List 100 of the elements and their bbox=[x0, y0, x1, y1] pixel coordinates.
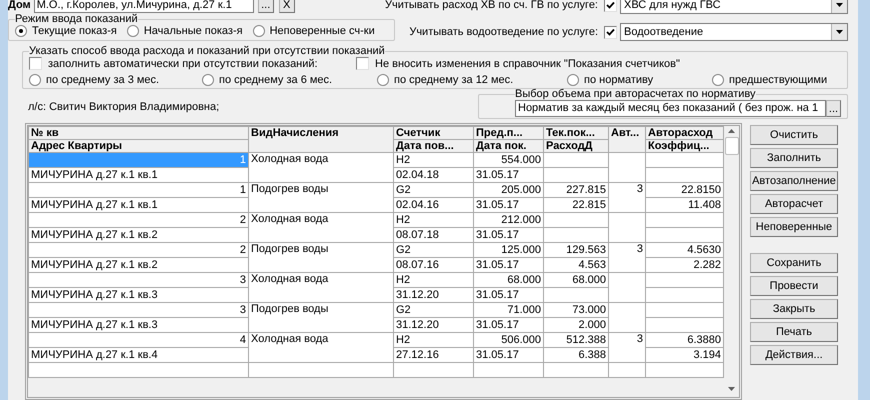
column-header[interactable]: Счетчик bbox=[394, 126, 474, 140]
checkbox[interactable] bbox=[29, 57, 42, 70]
table-cell: 3 bbox=[28, 302, 248, 318]
table-cell: Холодная вода bbox=[248, 272, 394, 302]
table-cell bbox=[608, 272, 646, 302]
table-cell: 125.000 bbox=[474, 242, 544, 258]
table-cell: 31.12.20 bbox=[394, 288, 474, 302]
table-cell bbox=[608, 302, 646, 332]
table-cell: 227.815 bbox=[544, 182, 608, 198]
browse-button[interactable]: ... bbox=[258, 0, 274, 12]
table-cell bbox=[608, 152, 646, 182]
dropdown-arrow-icon bbox=[836, 3, 843, 7]
table-cell: Холодная вода bbox=[248, 212, 394, 242]
table-cell: H2 bbox=[394, 212, 474, 228]
table-cell: 2.000 bbox=[544, 318, 608, 332]
table-cell: МИЧУРИНА д.27 к.1 кв.1 bbox=[28, 168, 248, 182]
table-cell: G2 bbox=[394, 182, 474, 198]
checkbox-label: заполнить автоматически при отсутствии показаний: bbox=[48, 58, 318, 70]
action-button[interactable]: Сохранить bbox=[750, 253, 838, 273]
table-cell: 3 bbox=[608, 332, 646, 362]
radio-button[interactable] bbox=[712, 74, 724, 86]
checkbox[interactable] bbox=[604, 0, 617, 12]
radio-label: Текущие показ-я bbox=[32, 25, 117, 37]
table-cell: 4.563 bbox=[544, 258, 608, 272]
table-cell: H2 bbox=[394, 272, 474, 288]
scroll-thumb[interactable] bbox=[724, 137, 738, 155]
radio-button[interactable] bbox=[377, 74, 389, 86]
radio-button[interactable] bbox=[252, 25, 265, 37]
table-cell: 1 bbox=[28, 182, 248, 198]
action-button[interactable]: Автозаполнение bbox=[750, 171, 838, 191]
table-cell: 68.000 bbox=[544, 272, 608, 288]
table-cell: 31.05.17 bbox=[474, 288, 544, 302]
table-cell: 554.000 bbox=[474, 152, 544, 168]
table-cell: МИЧУРИНА д.27 к.1 кв.2 bbox=[28, 258, 248, 272]
radio-button[interactable] bbox=[29, 74, 41, 86]
radio-label: предшествующими bbox=[729, 74, 828, 86]
checkbox[interactable] bbox=[356, 57, 369, 70]
table-cell bbox=[608, 212, 646, 242]
action-button[interactable]: Печать bbox=[750, 322, 838, 342]
table-cell: МИЧУРИНА д.27 к.1 кв.2 bbox=[28, 228, 248, 242]
browse-button[interactable]: ... bbox=[826, 100, 841, 117]
table-cell: 2 bbox=[28, 212, 248, 228]
action-button[interactable]: Авторасчет bbox=[750, 194, 838, 214]
table-cell: Подогрев воды bbox=[248, 182, 394, 212]
table-cell: МИЧУРИНА д.27 к.1 кв.1 bbox=[28, 198, 248, 212]
radio-label: Неповеренные сч-ки bbox=[270, 25, 375, 37]
radio-button[interactable] bbox=[15, 25, 27, 37]
action-button[interactable]: Неповеренные bbox=[750, 217, 838, 237]
table-cell: 31.12.20 bbox=[394, 318, 474, 332]
table-cell: 31.05.17 bbox=[474, 258, 544, 272]
table-cell: 2.282 bbox=[646, 258, 724, 272]
service-dropdown[interactable]: Водоотведение bbox=[620, 23, 848, 41]
table-cell: 22.8150 bbox=[646, 182, 724, 198]
house-field[interactable]: М.О., г.Королев, ул.Мичурина, д.27 к.1 bbox=[34, 0, 254, 12]
table-cell: 31.05.17 bbox=[474, 318, 544, 332]
table-cell bbox=[608, 362, 646, 378]
checkbox-label: Не вносить изменения в справочник "Показания счетчиков" bbox=[375, 58, 680, 70]
checkbox[interactable] bbox=[604, 26, 617, 38]
column-header[interactable]: Тек.пок... bbox=[544, 126, 608, 140]
table-cell: 129.563 bbox=[544, 242, 608, 258]
scroll-up-icon bbox=[728, 129, 735, 133]
account-text: л/с: Свитич Виктория Владимировна; bbox=[28, 101, 220, 113]
table-cell: 31.05.17 bbox=[474, 198, 544, 212]
table-cell: МИЧУРИНА д.27 к.1 кв.4 bbox=[28, 348, 248, 362]
volume-field[interactable]: Норматив за каждый месяц без показаний ( без прож. на 1 bbox=[515, 100, 826, 117]
column-header[interactable]: № кв bbox=[28, 126, 248, 140]
table-cell: 22.815 bbox=[544, 198, 608, 212]
table-cell: Подогрев воды bbox=[248, 302, 394, 332]
action-button[interactable]: Закрыть bbox=[750, 299, 838, 319]
radio-label: Начальные показ-я bbox=[144, 25, 243, 37]
radio-button[interactable] bbox=[202, 74, 214, 86]
table-cell: 4 bbox=[28, 332, 248, 348]
column-header[interactable]: ВидНачисления bbox=[248, 126, 394, 152]
action-button[interactable]: Провести bbox=[750, 276, 838, 296]
table-cell: 512.388 bbox=[544, 332, 608, 348]
radio-button[interactable] bbox=[567, 74, 579, 86]
table-cell: 3 bbox=[608, 242, 646, 272]
table-cell: 02.04.18 bbox=[394, 168, 474, 182]
column-header[interactable]: Авторасход bbox=[646, 126, 724, 140]
table-cell bbox=[474, 362, 544, 378]
radio-button[interactable] bbox=[126, 25, 139, 37]
table-cell: 212.000 bbox=[474, 212, 544, 228]
table-cell: G2 bbox=[394, 242, 474, 258]
action-button[interactable]: Заполнить bbox=[750, 148, 838, 168]
table-cell: 68.000 bbox=[474, 272, 544, 288]
check-icon bbox=[606, 0, 615, 10]
table-cell: 4.5630 bbox=[646, 242, 724, 258]
service-dropdown[interactable]: ХВС для нужд ГВС bbox=[620, 0, 848, 14]
table-cell bbox=[544, 362, 608, 378]
table-cell: МИЧУРИНА д.27 к.1 кв.3 bbox=[28, 318, 248, 332]
table-cell: 506.000 bbox=[474, 332, 544, 348]
table-cell: 205.000 bbox=[474, 182, 544, 198]
group-title: Режим ввода показаний bbox=[15, 13, 138, 25]
house-label: Дом bbox=[8, 0, 31, 11]
service-label: Учитывать расход ХВ по сч. ГВ по услуге: bbox=[385, 0, 598, 11]
action-button[interactable]: Очистить bbox=[750, 125, 838, 145]
clear-button[interactable]: X bbox=[278, 0, 295, 12]
action-button[interactable]: Действия... bbox=[750, 345, 838, 365]
column-header[interactable]: Пред.п... bbox=[474, 126, 544, 140]
check-icon bbox=[606, 28, 615, 36]
